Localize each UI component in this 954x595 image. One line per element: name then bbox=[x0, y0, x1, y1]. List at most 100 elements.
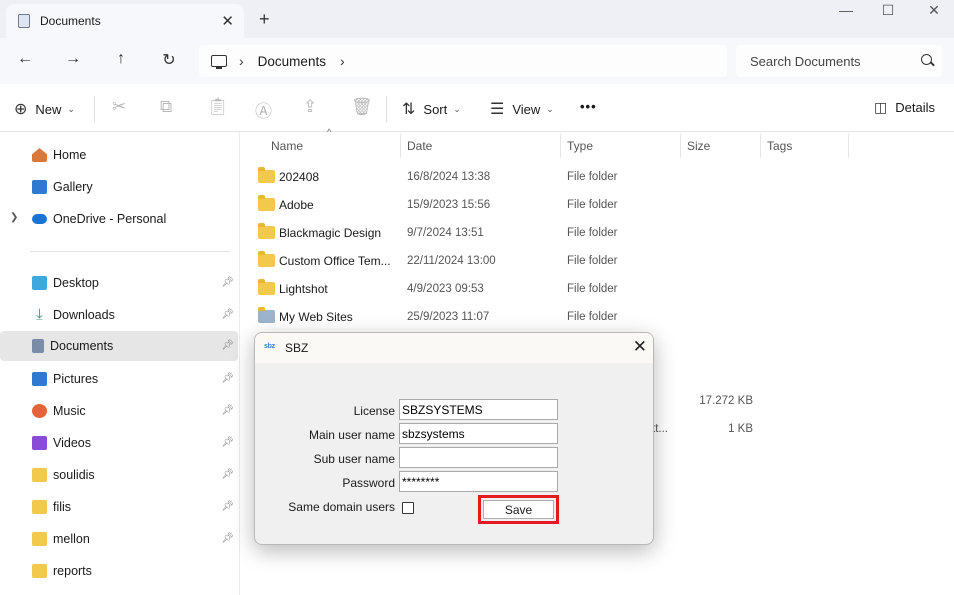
sidebar-item-label: Pictures bbox=[53, 372, 99, 386]
sidebar-item-label: Music bbox=[53, 404, 86, 418]
minimize-button[interactable]: — bbox=[826, 2, 866, 18]
table-row[interactable]: Blackmagic Design 9/7/2024 13:51 File fo… bbox=[250, 218, 950, 246]
column-header-tags[interactable]: Tags bbox=[767, 139, 792, 153]
column-divider[interactable] bbox=[680, 134, 681, 158]
gallery-icon bbox=[32, 180, 47, 194]
dialog-close-button[interactable]: ✕ bbox=[633, 337, 647, 357]
column-divider[interactable] bbox=[560, 134, 561, 158]
pin-icon[interactable]: 📌︎ bbox=[221, 533, 234, 544]
paste-icon[interactable]: 📋︎ bbox=[207, 97, 229, 117]
file-name: Blackmagic Design bbox=[279, 226, 382, 240]
table-row[interactable]: Lightshot 4/9/2023 09:53 File folder bbox=[250, 274, 950, 302]
up-arrow-icon[interactable]: ↑ bbox=[109, 50, 133, 68]
file-date: 22/11/2024 13:00 bbox=[407, 255, 496, 267]
save-button[interactable]: Save bbox=[483, 500, 554, 519]
table-row[interactable]: Adobe 15/9/2023 15:56 File folder bbox=[250, 190, 950, 218]
tab-documents[interactable]: Documents ✕ bbox=[6, 4, 244, 38]
folder-icon bbox=[258, 195, 275, 211]
pin-icon[interactable]: 📌︎ bbox=[221, 405, 234, 416]
sort-icon: ⇅ bbox=[402, 101, 416, 118]
documents-icon bbox=[32, 339, 44, 353]
sidebar-item-gallery[interactable]: Gallery bbox=[0, 172, 238, 202]
column-header-size[interactable]: Size bbox=[687, 139, 710, 153]
column-header-name[interactable]: Name bbox=[271, 139, 303, 153]
breadcrumb-chevron-icon[interactable]: › bbox=[340, 53, 345, 69]
sort-button[interactable]: ⇅ Sort ⌄ bbox=[402, 99, 461, 119]
password-field[interactable] bbox=[399, 471, 558, 492]
file-type: File folder bbox=[567, 283, 618, 295]
file-size: 1 KB bbox=[728, 423, 753, 435]
back-arrow-icon[interactable]: ← bbox=[13, 50, 37, 68]
sidebar-item-videos[interactable]: Videos 📌︎ bbox=[0, 428, 238, 458]
same-domain-users-checkbox[interactable] bbox=[402, 502, 414, 514]
forward-arrow-icon[interactable]: → bbox=[61, 50, 85, 68]
column-header-date[interactable]: Date bbox=[407, 139, 432, 153]
sidebar-item-downloads[interactable]: ⤓ Downloads 📌︎ bbox=[0, 300, 238, 330]
chevron-down-icon: ⌄ bbox=[67, 103, 75, 114]
share-icon[interactable]: ⇪ bbox=[303, 97, 317, 117]
sidebar-item-documents[interactable]: Documents 📌︎ bbox=[0, 331, 238, 361]
maximize-button[interactable]: ☐ bbox=[868, 2, 908, 19]
dialog-title-bar[interactable]: sbz SBZ ✕ bbox=[255, 333, 653, 363]
details-button[interactable]: ◫ Details bbox=[874, 99, 935, 116]
close-window-button[interactable]: ✕ bbox=[914, 2, 954, 19]
toolbar-divider bbox=[94, 96, 95, 122]
pin-icon[interactable]: 📌︎ bbox=[221, 309, 234, 320]
pin-icon[interactable]: 📌︎ bbox=[221, 277, 234, 288]
pin-icon[interactable]: 📌︎ bbox=[221, 501, 234, 512]
pin-icon[interactable]: 📌︎ bbox=[221, 469, 234, 480]
details-pane-icon: ◫ bbox=[874, 99, 888, 115]
pin-icon[interactable]: 📌︎ bbox=[221, 340, 234, 351]
license-field[interactable] bbox=[399, 399, 558, 420]
search-input[interactable]: Search Documents bbox=[736, 45, 942, 77]
search-icon[interactable] bbox=[921, 54, 932, 65]
sidebar-item-onedrive[interactable]: ❯ OneDrive - Personal bbox=[0, 204, 238, 234]
cut-icon[interactable]: ✂ bbox=[112, 97, 126, 117]
table-row[interactable]: My Web Sites 25/9/2023 11:07 File folder bbox=[250, 302, 950, 330]
sidebar-item-label: Desktop bbox=[53, 276, 99, 290]
sidebar-item-soulidis[interactable]: soulidis 📌︎ bbox=[0, 460, 238, 490]
file-name: Adobe bbox=[279, 198, 314, 212]
tab-close-icon[interactable]: ✕ bbox=[221, 12, 234, 30]
main-user-name-field[interactable] bbox=[399, 423, 558, 444]
table-row[interactable]: Custom Office Tem... 22/11/2024 13:00 Fi… bbox=[250, 246, 950, 274]
view-button[interactable]: ☰ View ⌄ bbox=[490, 99, 554, 119]
file-name: My Web Sites bbox=[279, 310, 353, 324]
this-pc-icon[interactable] bbox=[211, 55, 227, 69]
view-icon: ☰ bbox=[490, 101, 505, 118]
refresh-icon[interactable]: ↻ bbox=[157, 50, 181, 70]
column-header-type[interactable]: Type bbox=[567, 139, 593, 153]
sidebar-item-pictures[interactable]: Pictures 📌︎ bbox=[0, 364, 238, 394]
copy-icon[interactable]: ⧉ bbox=[160, 97, 172, 117]
sidebar-item-reports[interactable]: reports bbox=[0, 556, 238, 586]
expand-chevron-icon[interactable]: ❯ bbox=[10, 212, 18, 223]
column-divider[interactable] bbox=[760, 134, 761, 158]
address-bar[interactable]: › Documents › bbox=[199, 45, 727, 77]
address-row: ← → ↑ ↻ › Documents › Search Documents bbox=[0, 38, 954, 84]
pin-icon[interactable]: 📌︎ bbox=[221, 373, 234, 384]
sidebar-item-mellon[interactable]: mellon 📌︎ bbox=[0, 524, 238, 554]
pin-icon[interactable]: 📌︎ bbox=[221, 437, 234, 448]
new-button[interactable]: ⊕ New ⌄ bbox=[14, 99, 75, 119]
delete-icon[interactable]: 🗑︎ bbox=[351, 97, 373, 117]
breadcrumb-chevron-icon[interactable]: › bbox=[239, 53, 244, 69]
command-bar: ⊕ New ⌄ ✂ ⧉ 📋︎ Ⓐ ⇪ 🗑︎ ⇅ Sort ⌄ ☰ View ⌄ … bbox=[0, 84, 954, 132]
save-highlight: Save bbox=[478, 495, 559, 524]
more-options-button[interactable]: ••• bbox=[580, 99, 597, 114]
new-tab-button[interactable]: + bbox=[259, 9, 270, 30]
rename-icon[interactable]: Ⓐ bbox=[255, 97, 272, 122]
sidebar-item-filis[interactable]: filis 📌︎ bbox=[0, 492, 238, 522]
sidebar-item-music[interactable]: Music 📌︎ bbox=[0, 396, 238, 426]
details-label: Details bbox=[895, 100, 935, 115]
table-row[interactable]: 202408 16/8/2024 13:38 File folder bbox=[250, 162, 950, 190]
breadcrumb-documents[interactable]: Documents bbox=[258, 54, 326, 69]
documents-icon bbox=[18, 14, 30, 28]
column-divider[interactable] bbox=[848, 134, 849, 158]
sidebar-item-home[interactable]: Home bbox=[0, 140, 238, 170]
sub-user-name-field[interactable] bbox=[399, 447, 558, 468]
column-divider[interactable] bbox=[400, 134, 401, 158]
sidebar-item-label: soulidis bbox=[53, 468, 95, 482]
chevron-down-icon: ⌄ bbox=[453, 103, 461, 114]
sidebar-item-desktop[interactable]: Desktop 📌︎ bbox=[0, 268, 238, 298]
chevron-down-icon: ⌄ bbox=[546, 103, 554, 114]
